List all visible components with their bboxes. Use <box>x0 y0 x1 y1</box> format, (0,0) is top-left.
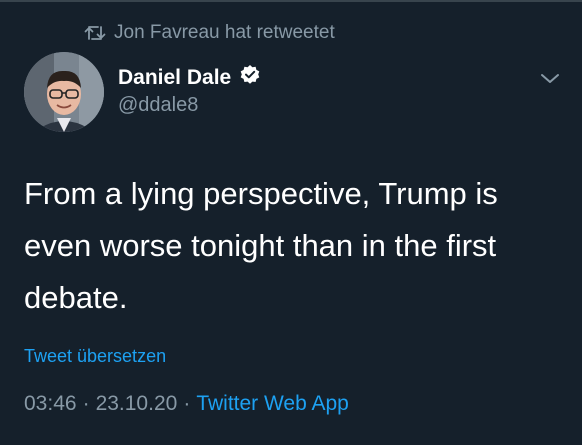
author-name-row[interactable]: Daniel Dale <box>118 64 261 91</box>
translate-tweet-link[interactable]: Tweet übersetzen <box>24 346 166 367</box>
chevron-down-icon[interactable] <box>539 70 561 88</box>
tweet-text: From a lying perspective, Trump is even … <box>24 176 498 315</box>
author-display-name[interactable]: Daniel Dale <box>118 66 231 90</box>
meta-separator: · <box>183 392 191 415</box>
top-divider <box>0 0 582 2</box>
retweet-context[interactable]: Jon Favreau hat retweetet <box>84 22 335 44</box>
retweet-context-label: Jon Favreau hat retweetet <box>114 22 335 43</box>
tweet-time[interactable]: 03:46 <box>24 392 77 416</box>
retweet-icon <box>84 24 106 42</box>
avatar[interactable] <box>24 52 104 132</box>
tweet-meta: 03:46 · 23.10.20 · Twitter Web App <box>24 392 349 416</box>
verified-badge-icon <box>239 64 261 91</box>
tweet-date[interactable]: 23.10.20 <box>96 392 178 416</box>
meta-separator: · <box>82 392 90 415</box>
tweet-source-link[interactable]: Twitter Web App <box>196 392 349 416</box>
author-handle[interactable]: @ddale8 <box>118 94 198 117</box>
